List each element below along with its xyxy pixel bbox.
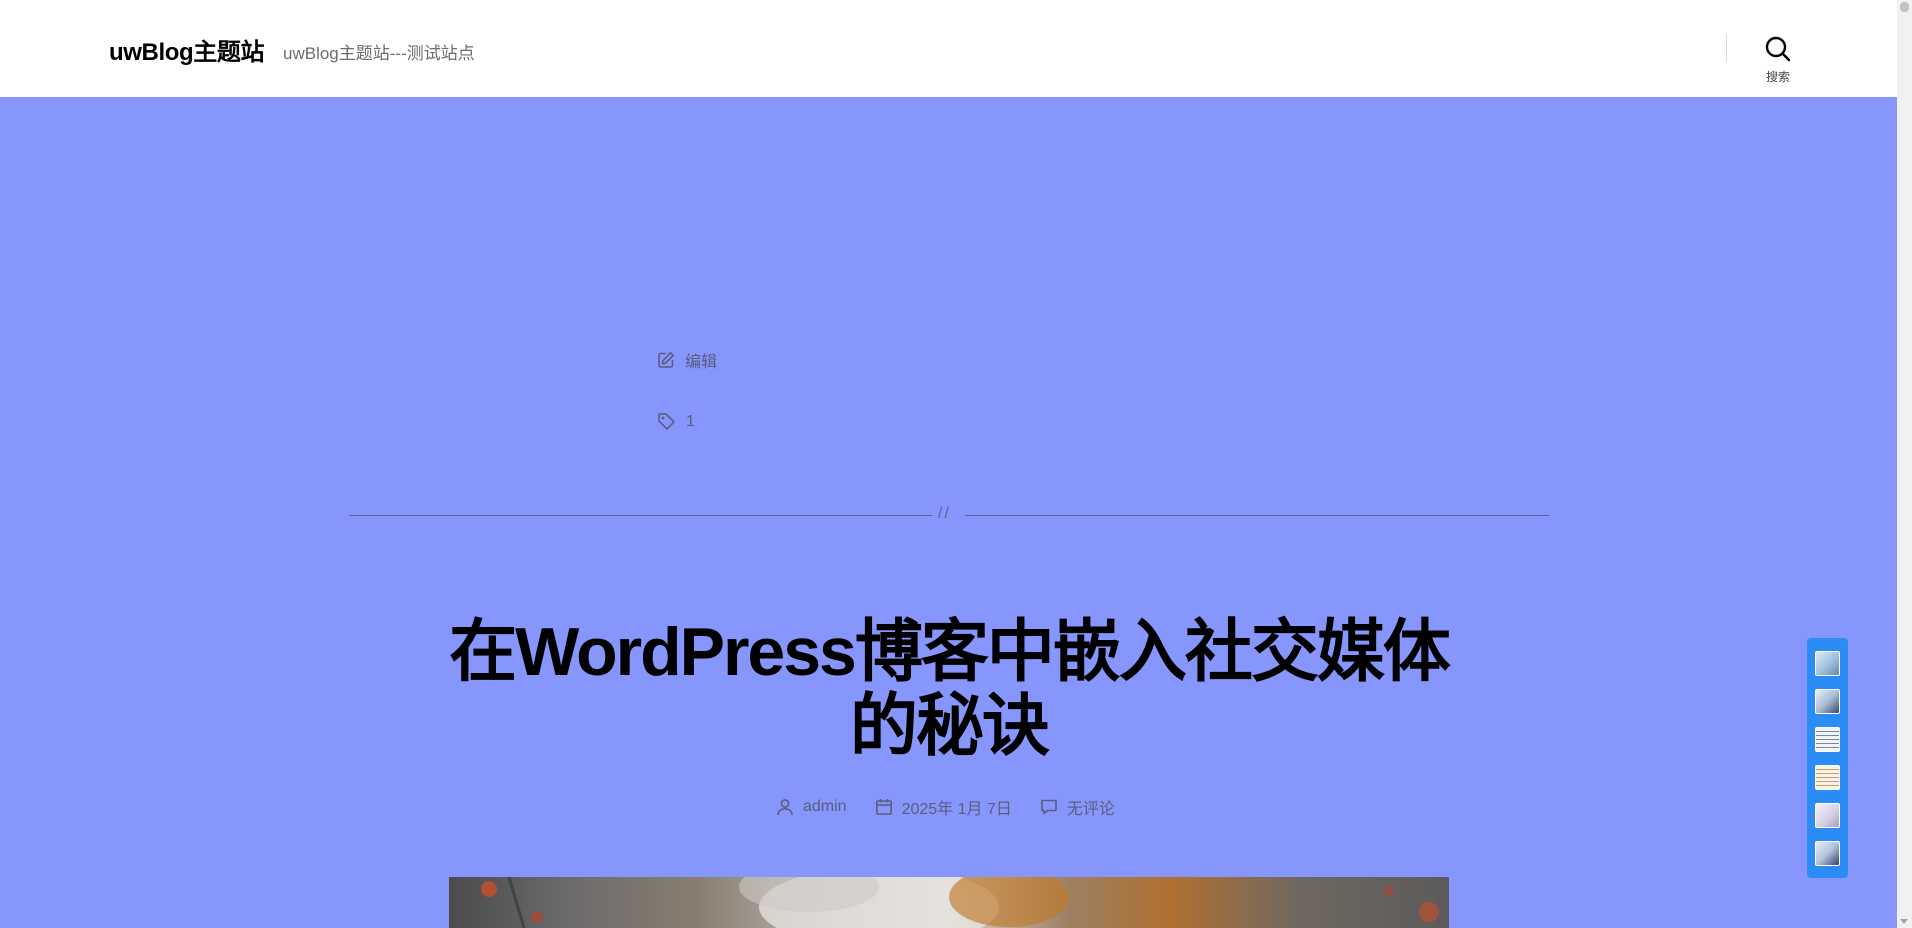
search-toggle-button[interactable]: 搜索 xyxy=(1748,30,1808,86)
post-date[interactable]: 2025年 1月 7日 xyxy=(875,795,1012,819)
thumbnail-4[interactable] xyxy=(1815,765,1840,790)
post-author[interactable]: admin xyxy=(776,798,847,816)
post-tags: 1 xyxy=(657,412,695,431)
floating-thumbnail-panel xyxy=(1807,638,1848,878)
separator-line-right xyxy=(965,515,1549,516)
thumbnail-6[interactable] xyxy=(1815,841,1840,866)
post-title[interactable]: 在WordPress博客中嵌入社交媒体的秘诀 xyxy=(430,615,1468,763)
site-description: uwBlog主题站---测试站点 xyxy=(283,44,475,63)
scrollbar-thumb[interactable] xyxy=(1900,2,1909,12)
search-icon xyxy=(1765,36,1791,62)
edit-post-link[interactable]: 编辑 xyxy=(657,348,717,372)
page-scrollbar[interactable] xyxy=(1897,0,1912,928)
site-header: uwBlog主题站 uwBlog主题站---测试站点 搜索 xyxy=(0,0,1897,97)
tag-icon xyxy=(658,413,675,430)
thumbnail-2[interactable] xyxy=(1815,689,1840,714)
header-divider xyxy=(1726,34,1727,62)
edit-label: 编辑 xyxy=(685,354,718,371)
separator-symbol: // xyxy=(938,505,951,522)
featured-image xyxy=(449,877,1449,928)
thumbnail-3[interactable] xyxy=(1815,727,1840,752)
tag-link[interactable]: 1 xyxy=(686,413,695,431)
thumbnail-1[interactable] xyxy=(1815,651,1840,676)
author-name: admin xyxy=(803,798,847,815)
thumbnail-5[interactable] xyxy=(1815,803,1840,828)
site-title[interactable]: uwBlog主题站 xyxy=(109,32,264,67)
search-label: 搜索 xyxy=(1765,70,1790,84)
featured-image-artwork xyxy=(481,877,1439,928)
scroll-down-arrow-icon[interactable] xyxy=(1900,919,1908,924)
comments-text: 无评论 xyxy=(1066,801,1115,818)
post-meta: admin 2025年 1月 7日 无评论 xyxy=(776,795,1115,819)
date-text: 2025年 1月 7日 xyxy=(901,801,1012,818)
user-icon xyxy=(777,799,793,816)
post-separator: // xyxy=(349,505,1549,524)
edit-icon xyxy=(658,352,674,368)
separator-line-left xyxy=(349,515,932,516)
post-comments[interactable]: 无评论 xyxy=(1040,795,1115,819)
comment-icon xyxy=(1041,799,1057,815)
calendar-icon xyxy=(875,799,892,815)
